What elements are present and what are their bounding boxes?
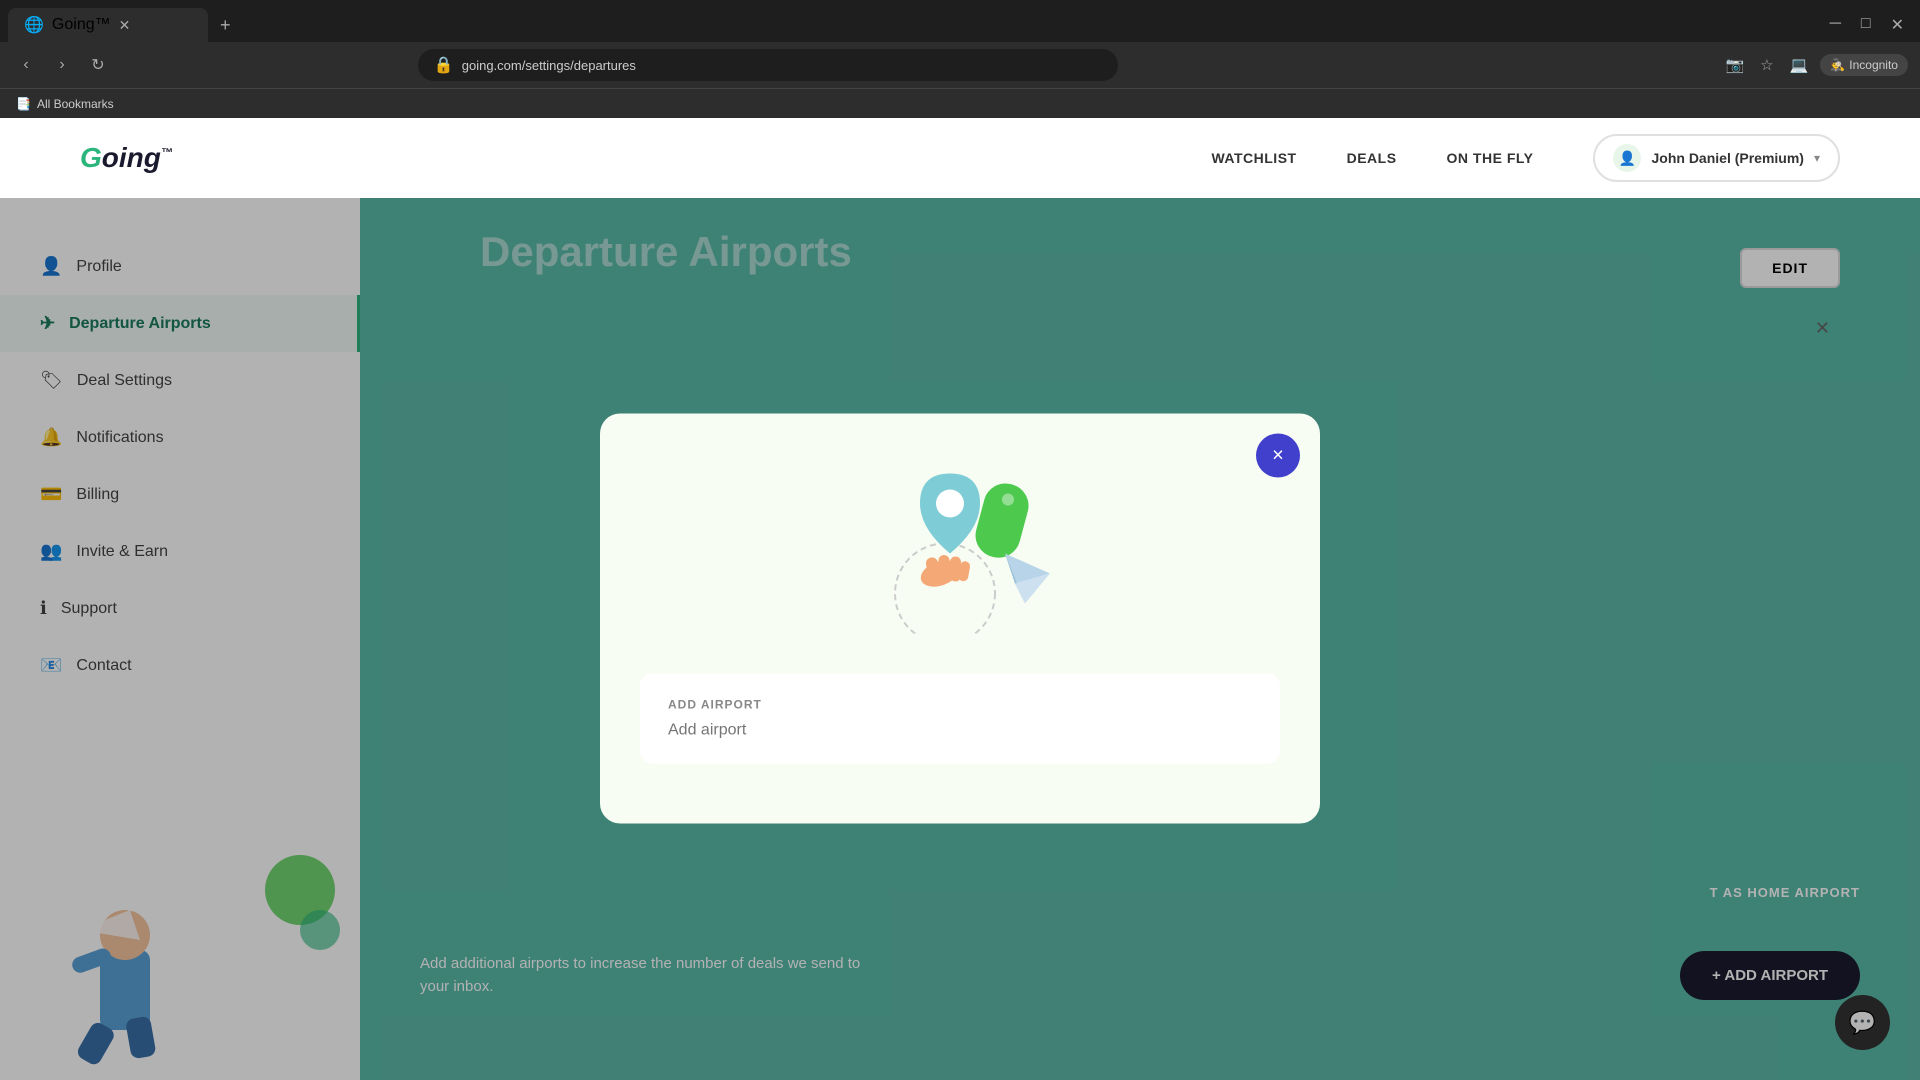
back-button[interactable]: ‹ bbox=[12, 51, 40, 79]
bookmark-icon[interactable]: ☆ bbox=[1756, 52, 1777, 78]
user-avatar-icon: 👤 bbox=[1613, 144, 1641, 172]
camera-off-icon: 📷 bbox=[1721, 52, 1748, 78]
site-header: Going™ WATCHLIST DEALS ON THE FLY 👤 John… bbox=[0, 118, 1920, 198]
forward-button[interactable]: › bbox=[48, 51, 76, 79]
close-window-button[interactable]: ✕ bbox=[1883, 11, 1912, 39]
add-airport-modal: × bbox=[600, 414, 1320, 824]
dropdown-chevron-icon: ▾ bbox=[1814, 151, 1820, 165]
tab-close-button[interactable]: ✕ bbox=[119, 17, 131, 34]
url-text: going.com/settings/departures bbox=[462, 58, 1102, 73]
user-name: John Daniel (Premium) bbox=[1651, 150, 1803, 166]
modal-illustration bbox=[640, 464, 1280, 634]
bookmarks-bar: 📑 All Bookmarks bbox=[0, 88, 1920, 118]
incognito-icon: 🕵 bbox=[1830, 58, 1845, 72]
airport-search-input[interactable] bbox=[668, 722, 1252, 740]
site-logo[interactable]: Going™ bbox=[80, 142, 173, 174]
site-nav: WATCHLIST DEALS ON THE FLY bbox=[1211, 150, 1533, 166]
airport-input-label: ADD AIRPORT bbox=[668, 698, 1252, 712]
nav-deals[interactable]: DEALS bbox=[1347, 150, 1397, 166]
lock-icon: 🔒 bbox=[434, 55, 454, 75]
page-content: Going™ WATCHLIST DEALS ON THE FLY 👤 John… bbox=[0, 118, 1920, 1080]
tab-favicon: 🌐 bbox=[24, 15, 44, 35]
airport-input-section: ADD AIRPORT bbox=[640, 674, 1280, 764]
device-icon[interactable]: 💻 bbox=[1786, 52, 1813, 78]
modal-close-button[interactable]: × bbox=[1256, 434, 1300, 478]
bookmarks-label: All Bookmarks bbox=[37, 97, 114, 111]
tab-title: Going™ bbox=[52, 16, 111, 34]
nav-watchlist[interactable]: WATCHLIST bbox=[1211, 150, 1296, 166]
incognito-indicator: 🕵 Incognito bbox=[1820, 54, 1908, 76]
maximize-button[interactable]: □ bbox=[1853, 11, 1879, 39]
refresh-button[interactable]: ↻ bbox=[84, 51, 112, 79]
bookmarks-icon: 📑 bbox=[16, 97, 31, 111]
background-content: Departure Airports EDIT 👤 Profile ✈ Depa… bbox=[0, 198, 1920, 1080]
logo-text: Going™ bbox=[80, 142, 173, 174]
new-tab-button[interactable]: + bbox=[212, 11, 239, 40]
nav-on-the-fly[interactable]: ON THE FLY bbox=[1447, 150, 1534, 166]
browser-tab[interactable]: 🌐 Going™ ✕ bbox=[8, 8, 208, 42]
minimize-button[interactable]: ─ bbox=[1822, 11, 1849, 39]
user-menu-button[interactable]: 👤 John Daniel (Premium) ▾ bbox=[1593, 134, 1840, 182]
address-bar[interactable]: 🔒 going.com/settings/departures bbox=[418, 49, 1118, 81]
